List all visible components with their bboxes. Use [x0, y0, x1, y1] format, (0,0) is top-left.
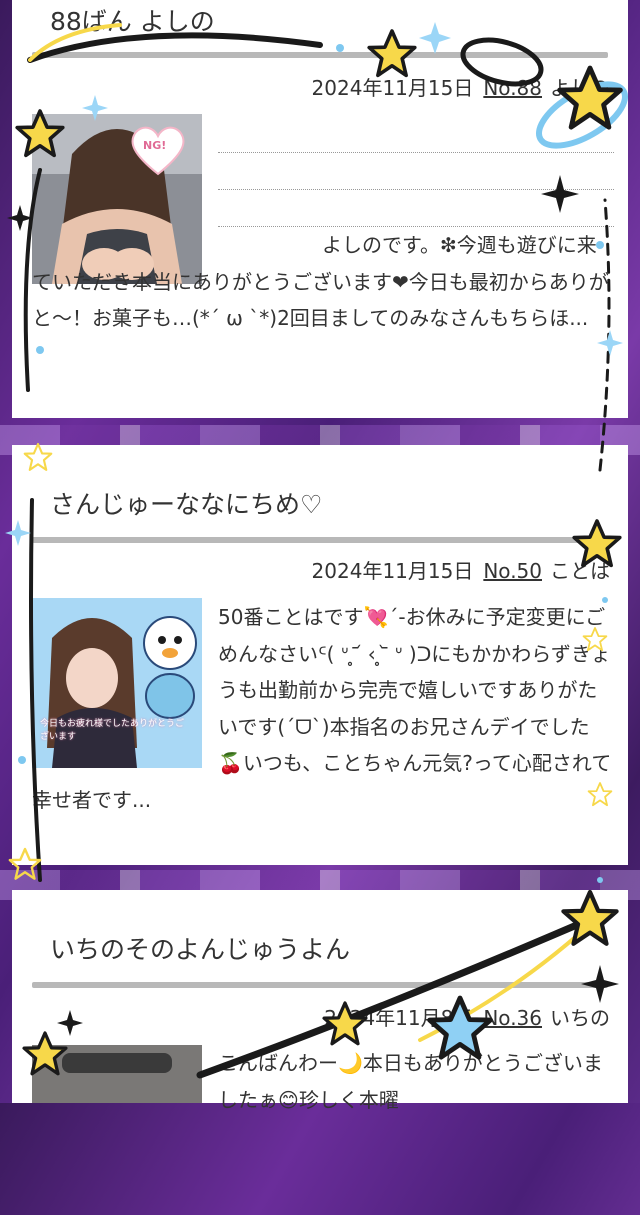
post-number-link[interactable]: No.50 [483, 559, 542, 583]
post-meta: 2024年11月8日 No.36 いちの [324, 1002, 610, 1031]
title-divider [32, 52, 608, 58]
blog-post-card[interactable]: いちのそのよんじゅうよん 2024年11月8日 No.36 いちの こんばんわー🌙本… [12, 890, 628, 1112]
title-divider [32, 537, 608, 543]
post-excerpt: 50番ことはです💘ˊ-お休みに予定変更にごめんなさいᑦ( ᐡ ̥ ᷄ ‹ ̥ ᷅… [32, 599, 614, 818]
excerpt-text: よしのです。❇︎今週も遊びに来ていただき本当にありがとうございます❤︎今日も最初… [32, 233, 609, 330]
post-number-link[interactable]: No.88 [483, 76, 542, 100]
post-date: 2024年11月15日 [311, 76, 474, 100]
post-author[interactable]: ことは [550, 559, 610, 583]
post-date: 2024年11月15日 [311, 559, 474, 583]
post-excerpt: こんばんわー🌙本日もありがとうございましたぁ😊珍しく本曜 [32, 1045, 614, 1215]
post-date: 2024年11月8日 [324, 1006, 474, 1030]
excerpt-text: こんばんわー🌙本日もありがとうございましたぁ😊珍しく本曜 [218, 1051, 603, 1112]
post-meta: 2024年11月15日 No.50 ことは [312, 555, 610, 584]
blog-post-card[interactable]: 88ばん よしの 2024年11月15日 No.88 よしの NG! よしのです。❇… [12, 0, 628, 418]
title-divider [32, 982, 608, 988]
post-excerpt: よしのです。❇︎今週も遊びに来ていただき本当にありがとうございます❤︎今日も最初… [32, 116, 614, 337]
post-author[interactable]: いちの [550, 1006, 610, 1030]
post-title[interactable]: さんじゅーななにちめ♡ [50, 485, 322, 521]
post-title[interactable]: 88ばん よしの [50, 2, 215, 38]
post-number-link[interactable]: No.36 [483, 1006, 542, 1030]
post-author[interactable]: よしの [550, 76, 610, 100]
post-meta: 2024年11月15日 No.88 よしの [312, 72, 610, 101]
blog-post-card[interactable]: さんじゅーななにちめ♡ 2024年11月15日 No.50 ことは 今日もお疲れ様で… [12, 445, 628, 865]
post-title[interactable]: いちのそのよんじゅうよん [50, 930, 350, 966]
